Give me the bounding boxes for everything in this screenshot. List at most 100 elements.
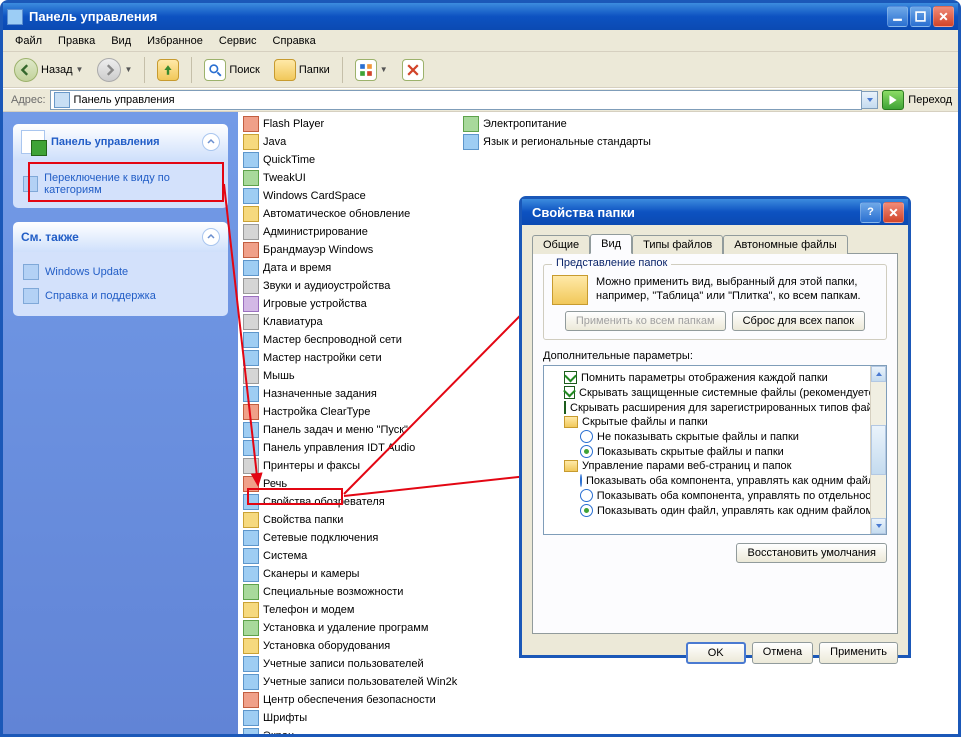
scrollbar[interactable]: [870, 366, 886, 534]
cp-item[interactable]: Экран: [241, 727, 461, 734]
apply-button[interactable]: Применить: [819, 642, 898, 664]
adv-item[interactable]: Скрывать расширения для зарегистрированн…: [548, 400, 882, 415]
collapse-icon[interactable]: [202, 133, 220, 151]
cp-item[interactable]: Электропитание: [461, 115, 681, 133]
cancel-button[interactable]: Отмена: [752, 642, 813, 664]
cp-item[interactable]: Мышь: [241, 367, 461, 385]
go-button[interactable]: [882, 90, 904, 110]
cp-item[interactable]: Настройка ClearType: [241, 403, 461, 421]
ok-button[interactable]: OK: [686, 642, 746, 664]
scroll-thumb[interactable]: [871, 425, 886, 475]
advanced-settings-list[interactable]: Помнить параметры отображения каждой пап…: [543, 365, 887, 535]
checkbox-icon[interactable]: [564, 401, 566, 414]
help-button[interactable]: ?: [860, 202, 881, 223]
help-support-link[interactable]: Справка и поддержка: [23, 284, 218, 308]
forward-dropdown-icon[interactable]: ▼: [124, 65, 132, 74]
tab-view[interactable]: Вид: [590, 234, 632, 254]
checkbox-icon[interactable]: [564, 386, 575, 399]
radio-icon[interactable]: [580, 430, 593, 443]
address-field[interactable]: Панель управления: [50, 90, 863, 110]
cp-item[interactable]: Брандмауэр Windows: [241, 241, 461, 259]
collapse-icon[interactable]: [202, 228, 220, 246]
windows-update-link[interactable]: Windows Update: [23, 260, 218, 284]
cp-item[interactable]: Шрифты: [241, 709, 461, 727]
radio-icon[interactable]: [580, 474, 582, 487]
tasks-panel-header[interactable]: Панель управления: [13, 124, 228, 160]
adv-item[interactable]: Помнить параметры отображения каждой пап…: [548, 370, 882, 385]
adv-item[interactable]: Показывать один файл, управлять как одни…: [548, 503, 882, 518]
cp-item[interactable]: Язык и региональные стандарты: [461, 133, 681, 151]
cp-item[interactable]: Мастер беспроводной сети: [241, 331, 461, 349]
menu-edit[interactable]: Правка: [52, 33, 101, 49]
cp-item[interactable]: Звуки и аудиоустройства: [241, 277, 461, 295]
radio-icon[interactable]: [580, 489, 593, 502]
menu-file[interactable]: Файл: [9, 33, 48, 49]
adv-item-selected[interactable]: Показывать скрытые файлы и папки: [548, 444, 882, 459]
folders-button[interactable]: Папки: [269, 56, 335, 84]
minimize-button[interactable]: [887, 6, 908, 27]
adv-item[interactable]: Скрывать защищенные системные файлы (рек…: [548, 385, 882, 400]
cp-icon: [243, 314, 259, 330]
cp-item[interactable]: Мастер настройки сети: [241, 349, 461, 367]
forward-button[interactable]: ▼: [92, 55, 137, 85]
adv-item[interactable]: Показывать оба компонента, управлять как…: [548, 473, 882, 488]
cp-item[interactable]: Учетные записи пользователей: [241, 655, 461, 673]
tab-offline-files[interactable]: Автономные файлы: [723, 235, 848, 254]
tab-general[interactable]: Общие: [532, 235, 590, 254]
seealso-header[interactable]: См. также: [13, 222, 228, 252]
cp-item[interactable]: Windows CardSpace: [241, 187, 461, 205]
cp-item[interactable]: Центр обеспечения безопасности: [241, 691, 461, 709]
cp-item[interactable]: Сетевые подключения: [241, 529, 461, 547]
menu-view[interactable]: Вид: [105, 33, 137, 49]
adv-item[interactable]: Показывать оба компонента, управлять по …: [548, 488, 882, 503]
cp-item[interactable]: Сканеры и камеры: [241, 565, 461, 583]
cp-item[interactable]: Flash Player: [241, 115, 461, 133]
close-button[interactable]: [933, 6, 954, 27]
checkbox-icon[interactable]: [564, 371, 577, 384]
back-button[interactable]: Назад ▼: [9, 55, 88, 85]
dialog-titlebar[interactable]: Свойства папки ?: [522, 199, 908, 225]
switch-view-link[interactable]: Переключение к виду по категориям: [23, 168, 218, 200]
cp-item[interactable]: Игровые устройства: [241, 295, 461, 313]
cp-item[interactable]: Назначенные задания: [241, 385, 461, 403]
menu-favorites[interactable]: Избранное: [141, 33, 209, 49]
cp-item[interactable]: Панель задач и меню "Пуск": [241, 421, 461, 439]
titlebar[interactable]: Панель управления: [3, 3, 958, 30]
views-button[interactable]: ▼: [350, 56, 393, 84]
tab-file-types[interactable]: Типы файлов: [632, 235, 723, 254]
cp-item[interactable]: Система: [241, 547, 461, 565]
cp-item[interactable]: Панель управления IDT Audio: [241, 439, 461, 457]
cp-item[interactable]: Телефон и модем: [241, 601, 461, 619]
restore-defaults-button[interactable]: Восстановить умолчания: [736, 543, 887, 563]
cp-item[interactable]: Клавиатура: [241, 313, 461, 331]
address-dropdown[interactable]: [862, 91, 878, 109]
scroll-down-icon[interactable]: [871, 518, 886, 534]
back-dropdown-icon[interactable]: ▼: [76, 65, 84, 74]
cp-item[interactable]: Java: [241, 133, 461, 151]
cp-item[interactable]: Речь: [241, 475, 461, 493]
cp-item[interactable]: TweakUI: [241, 169, 461, 187]
radio-icon[interactable]: [580, 445, 593, 458]
cp-item[interactable]: Установка и удаление программ: [241, 619, 461, 637]
adv-item[interactable]: Не показывать скрытые файлы и папки: [548, 429, 882, 444]
reset-all-button[interactable]: Сброс для всех папок: [732, 311, 866, 331]
cp-item[interactable]: Автоматическое обновление: [241, 205, 461, 223]
cp-item[interactable]: Свойства папки: [241, 511, 461, 529]
cp-item[interactable]: Дата и время: [241, 259, 461, 277]
menu-help[interactable]: Справка: [267, 33, 322, 49]
cp-item[interactable]: QuickTime: [241, 151, 461, 169]
delete-button[interactable]: [397, 56, 429, 84]
maximize-button[interactable]: [910, 6, 931, 27]
search-button[interactable]: Поиск: [199, 56, 264, 84]
dialog-close-button[interactable]: [883, 202, 904, 223]
cp-item[interactable]: Принтеры и факсы: [241, 457, 461, 475]
cp-item[interactable]: Администрирование: [241, 223, 461, 241]
menu-tools[interactable]: Сервис: [213, 33, 263, 49]
cp-item[interactable]: Установка оборудования: [241, 637, 461, 655]
cp-item[interactable]: Учетные записи пользователей Win2k: [241, 673, 461, 691]
scroll-up-icon[interactable]: [871, 366, 886, 382]
cp-item[interactable]: Специальные возможности: [241, 583, 461, 601]
up-button[interactable]: [152, 56, 184, 84]
cp-item[interactable]: Свойства обозревателя: [241, 493, 461, 511]
radio-icon[interactable]: [580, 504, 593, 517]
